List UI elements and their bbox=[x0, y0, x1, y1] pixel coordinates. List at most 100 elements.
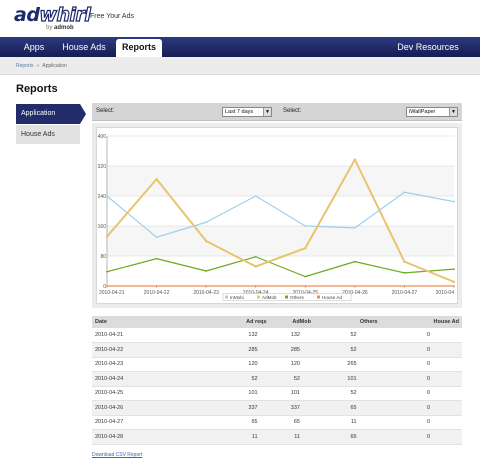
legend-swatch bbox=[257, 295, 260, 299]
cell-house-ad: 0 bbox=[380, 429, 462, 445]
nav-reports[interactable]: Reports bbox=[116, 39, 162, 57]
tagline: Free Your Ads bbox=[90, 13, 134, 20]
legend-swatch bbox=[285, 295, 288, 299]
x-tick-label: 2010-04 bbox=[436, 290, 455, 296]
app-select[interactable]: iWallPaper ▼ bbox=[406, 107, 458, 117]
breadcrumb-separator: » bbox=[36, 63, 40, 69]
x-tick-label: 2010-04-22 bbox=[144, 290, 170, 296]
legend-label: AdMob bbox=[262, 295, 277, 300]
data-point bbox=[403, 191, 406, 194]
cell-admob: 337 bbox=[269, 400, 314, 416]
data-point bbox=[205, 285, 208, 287]
legend-label: House Ad bbox=[322, 295, 342, 300]
sidebar-item-house-ads[interactable]: House Ads bbox=[16, 125, 80, 144]
col-ad-reqs: Ad reqs bbox=[195, 316, 270, 328]
breadcrumb-reports[interactable]: Reports bbox=[16, 63, 34, 69]
col-others: Others bbox=[313, 316, 381, 328]
data-point bbox=[155, 257, 158, 260]
cell-date: 2010-04-25 bbox=[92, 386, 196, 401]
cell-date: 2010-04-26 bbox=[92, 400, 196, 416]
nav-dev-resources[interactable]: Dev Resources bbox=[390, 37, 466, 57]
col-date: Date bbox=[92, 316, 196, 328]
download-csv-link[interactable]: Download CSV Report bbox=[92, 452, 142, 458]
nav-house-ads[interactable]: House Ads bbox=[56, 37, 112, 57]
table-row: 2010-04-26 337 337 65 0 bbox=[92, 400, 462, 416]
range-select-value: Last 7 days bbox=[225, 109, 254, 115]
cell-admob: 285 bbox=[269, 342, 314, 358]
col-admob: AdMob bbox=[269, 316, 314, 328]
page-title: Reports bbox=[16, 83, 58, 95]
series-line-others bbox=[106, 256, 455, 278]
chevron-down-icon: ▼ bbox=[449, 108, 457, 116]
breadcrumb-bar: Reports» Application bbox=[0, 57, 480, 75]
table-row: 2010-04-22 285 285 52 0 bbox=[92, 342, 462, 358]
y-tick-label: 160 bbox=[98, 224, 107, 230]
range-select[interactable]: Last 7 days ▼ bbox=[222, 107, 272, 117]
chart-panel: 0 80 160 240 320 400 2010-04-21 2010-04-22 2010-… bbox=[92, 123, 462, 308]
line-chart: 0801602403204002010-04-21 2010-04-22 2010-… bbox=[98, 134, 456, 301]
data-point bbox=[106, 195, 108, 197]
data-point bbox=[452, 280, 456, 284]
cell-admob: 132 bbox=[269, 328, 314, 343]
cell-others: 101 bbox=[313, 371, 381, 387]
data-point bbox=[254, 195, 257, 197]
data-point bbox=[453, 285, 455, 287]
x-tick-label: 2010-04-27 bbox=[392, 290, 418, 296]
data-point bbox=[353, 285, 356, 287]
data-point bbox=[403, 271, 406, 274]
breadcrumb-application: Application bbox=[42, 63, 67, 69]
data-point bbox=[353, 260, 356, 263]
nav-apps[interactable]: Apps bbox=[14, 37, 54, 57]
data-point bbox=[453, 268, 455, 271]
cell-house-ad: 0 bbox=[380, 328, 462, 343]
table-header-row: Date Ad reqs AdMob Others House Ad bbox=[92, 316, 462, 328]
cell-ad-reqs: 285 bbox=[195, 342, 270, 358]
cell-admob: 65 bbox=[269, 415, 314, 430]
cell-date: 2010-04-23 bbox=[92, 357, 196, 372]
cell-others: 65 bbox=[313, 429, 381, 445]
cell-date: 2010-04-27 bbox=[92, 415, 196, 430]
header: adwhirl by admob Free Your Ads bbox=[0, 0, 480, 36]
y-tick-label: 80 bbox=[100, 254, 106, 260]
cell-admob: 101 bbox=[269, 386, 314, 401]
cell-house-ad: 0 bbox=[380, 400, 462, 416]
filter-bar: Select: Last 7 days ▼ Select: iWallPaper… bbox=[92, 103, 462, 121]
cell-admob: 11 bbox=[269, 429, 314, 445]
by-admob-label: by admob bbox=[46, 25, 74, 31]
cell-ad-reqs: 65 bbox=[195, 415, 270, 430]
cell-admob: 52 bbox=[269, 371, 314, 387]
sidebar-item-application[interactable]: Application bbox=[16, 104, 86, 124]
data-point bbox=[254, 255, 257, 258]
y-tick-label: 240 bbox=[98, 194, 107, 200]
cell-ad-reqs: 11 bbox=[195, 429, 270, 445]
cell-house-ad: 0 bbox=[380, 415, 462, 430]
cell-house-ad: 0 bbox=[380, 371, 462, 387]
legend-label: InMobi bbox=[230, 295, 244, 300]
data-point bbox=[403, 260, 406, 263]
cell-others: 52 bbox=[313, 342, 381, 358]
table-row: 2010-04-27 65 65 11 0 bbox=[92, 415, 462, 430]
breadcrumb: Reports» Application bbox=[16, 63, 67, 69]
data-point bbox=[353, 226, 356, 229]
adwhirl-logo[interactable]: adwhirl bbox=[14, 3, 92, 26]
legend-label: Others bbox=[290, 295, 304, 300]
data-point bbox=[106, 285, 108, 287]
chevron-down-icon: ▼ bbox=[263, 108, 271, 116]
col-house-ad: House Ad bbox=[380, 316, 462, 328]
data-point bbox=[204, 239, 208, 243]
data-point bbox=[254, 265, 258, 268]
cell-admob: 120 bbox=[269, 357, 314, 372]
data-point bbox=[254, 285, 257, 287]
x-tick-label: 2010-04-23 bbox=[193, 290, 219, 296]
data-point bbox=[303, 246, 307, 250]
data-point bbox=[155, 236, 158, 239]
y-tick-label: 320 bbox=[98, 164, 107, 170]
data-point bbox=[105, 235, 109, 238]
app-select-label: Select: bbox=[283, 108, 302, 114]
cell-house-ad: 0 bbox=[380, 342, 462, 358]
legend-swatch bbox=[225, 295, 228, 299]
cell-house-ad: 0 bbox=[380, 357, 462, 372]
cell-others: 52 bbox=[313, 386, 381, 401]
cell-ad-reqs: 337 bbox=[195, 400, 270, 416]
report-table: Date Ad reqs AdMob Others House Ad 2010-… bbox=[92, 316, 462, 445]
